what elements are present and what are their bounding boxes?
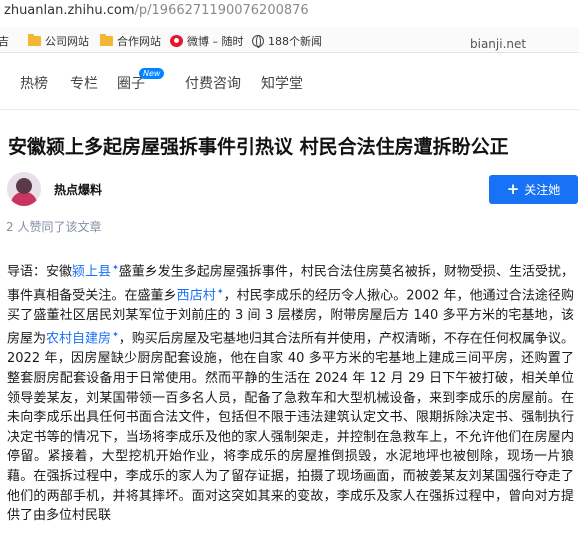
link-star-icon: ✦ xyxy=(112,330,119,340)
likes-count[interactable]: 2 人赞同了该文章 xyxy=(6,218,101,235)
folder-icon xyxy=(28,34,41,46)
author-avatar[interactable] xyxy=(7,172,41,206)
bookmark-folder-company[interactable]: 公司网站 xyxy=(28,33,89,49)
bookmark-item[interactable]: 吉 xyxy=(0,33,9,49)
plus-icon: + xyxy=(506,180,520,198)
new-badge: New xyxy=(139,68,165,79)
folder-icon xyxy=(100,34,113,46)
link-rural-house[interactable]: 农村自建房 xyxy=(46,332,111,347)
bookmark-weibo[interactable]: 微博 – 随时 xyxy=(170,33,244,49)
body-paragraph: 导语：安徽颍上县✦盛董乡发生多起房屋强拆事件，村民合法住房莫名被拆，财物受损、生… xyxy=(7,263,574,524)
top-nav: 热榜 专栏 圈子 New 付费咨询 知学堂 xyxy=(0,54,579,110)
article-title: 安徽颍上多起房屋强拆事件引热议 村民合法住房遭拆盼公正 xyxy=(8,136,509,158)
article-body: 导语：安徽颍上县✦盛董乡发生多起房屋强拆事件，村民合法住房莫名被拆，财物受损、生… xyxy=(7,258,574,526)
address-bar[interactable]: zhuanlan.zhihu.com/p/1966271190076200876 xyxy=(0,0,579,26)
weibo-icon xyxy=(170,35,183,47)
nav-zhixuetang[interactable]: 知学堂 xyxy=(261,73,303,93)
nav-hot-list[interactable]: 热榜 xyxy=(20,73,48,93)
link-yingshang-county[interactable]: 颍上县 xyxy=(72,264,111,279)
bookmark-folder-partner[interactable]: 合作网站 xyxy=(100,33,161,49)
globe-icon xyxy=(252,35,264,48)
link-star-icon: ✦ xyxy=(112,263,119,272)
follow-button[interactable]: + 关注她 xyxy=(489,175,578,204)
author-name[interactable]: 热点爆料 xyxy=(54,181,102,198)
nav-paid-consult[interactable]: 付费咨询 xyxy=(185,73,241,93)
link-star-icon: ✦ xyxy=(216,286,224,296)
watermark-text: bianji.net xyxy=(470,37,527,51)
link-xidian-village[interactable]: 西店村 xyxy=(177,288,216,303)
bookmark-news[interactable]: 188个新闻 xyxy=(252,33,322,49)
nav-column[interactable]: 专栏 xyxy=(70,73,98,93)
url-text[interactable]: zhuanlan.zhihu.com/p/1966271190076200876 xyxy=(4,3,309,18)
